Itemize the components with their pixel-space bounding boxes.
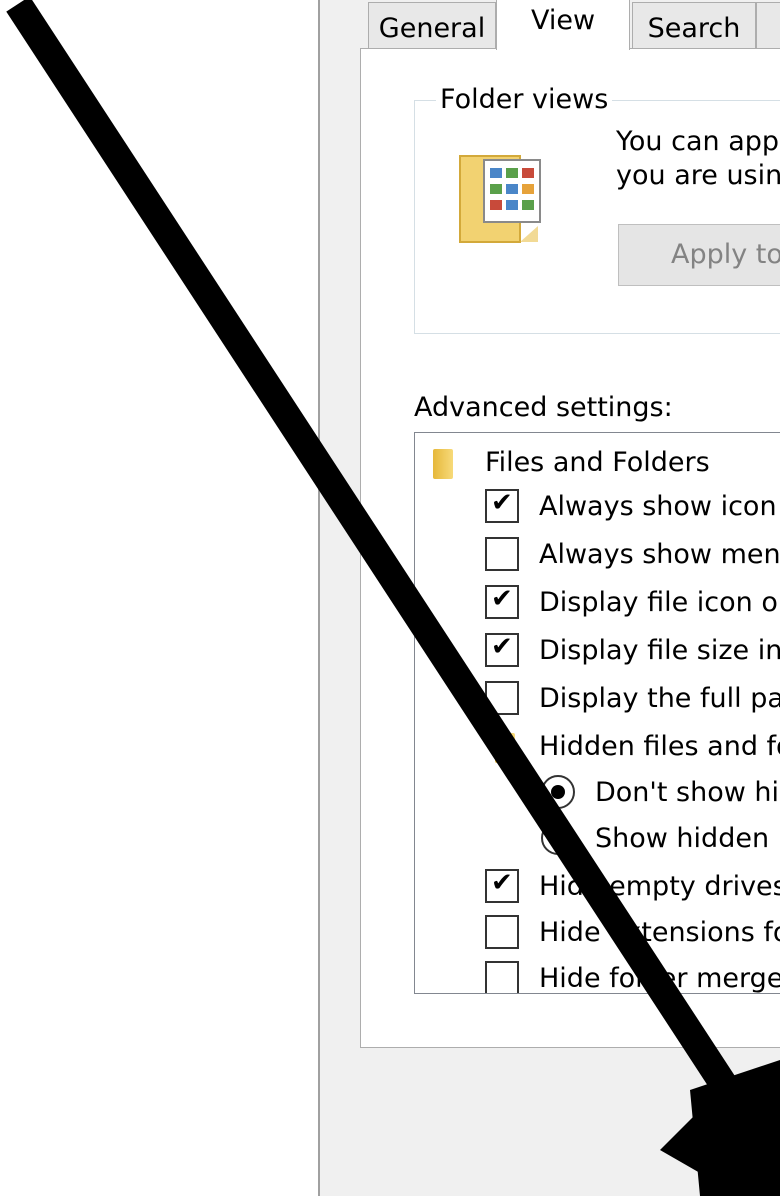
tree-folder-hidden-files: Hidden files and fo: [415, 723, 780, 767]
radio-button[interactable]: [541, 821, 575, 855]
apply-to-folders-button[interactable]: Apply to: [618, 224, 780, 286]
panel-bottom-edge: [360, 1047, 780, 1048]
tab-general[interactable]: General: [368, 2, 496, 48]
setting-dont-show-hidden[interactable]: Don't show hid: [415, 769, 780, 813]
setting-always-show-icons[interactable]: Always show icon: [415, 483, 780, 527]
setting-display-file-size[interactable]: Display file size inf: [415, 627, 780, 671]
checkbox[interactable]: [485, 915, 519, 949]
checkbox[interactable]: [485, 488, 519, 523]
folder-views-label: Folder views: [436, 84, 613, 115]
checkbox[interactable]: [485, 584, 519, 619]
setting-hide-folder-merge[interactable]: Hide folder merge: [415, 955, 780, 993]
setting-hide-extensions[interactable]: Hide extensions fo: [415, 909, 780, 953]
folder-icon: [495, 733, 515, 763]
tab-search[interactable]: Search: [632, 2, 756, 48]
checkbox[interactable]: [485, 537, 519, 571]
folder-views-description-line1: You can app: [616, 126, 780, 157]
setting-hide-empty-drives[interactable]: Hide empty drives: [415, 863, 780, 907]
checkbox[interactable]: [485, 868, 519, 903]
setting-show-hidden[interactable]: Show hidden: [415, 815, 780, 859]
checkbox[interactable]: [485, 961, 519, 993]
setting-always-show-menus[interactable]: Always show men: [415, 531, 780, 575]
checkbox[interactable]: [485, 681, 519, 715]
folder-views-icon: [459, 155, 541, 243]
advanced-settings-tree[interactable]: Files and Folders Always show icon Alway…: [414, 432, 780, 994]
button-area-separator: [744, 1080, 746, 1196]
tab-view[interactable]: View: [496, 0, 630, 50]
setting-display-file-icon[interactable]: Display file icon or: [415, 579, 780, 623]
radio-button[interactable]: [541, 775, 575, 809]
advanced-settings-label: Advanced settings:: [414, 392, 673, 423]
setting-display-full-path[interactable]: Display the full pat: [415, 675, 780, 719]
tab-next-partial[interactable]: [756, 2, 780, 48]
tree-folder-files-and-folders: Files and Folders: [415, 439, 780, 483]
checkbox[interactable]: [485, 632, 519, 667]
folder-icon: [433, 449, 453, 479]
folder-views-description-line2: you are usin: [616, 160, 780, 191]
